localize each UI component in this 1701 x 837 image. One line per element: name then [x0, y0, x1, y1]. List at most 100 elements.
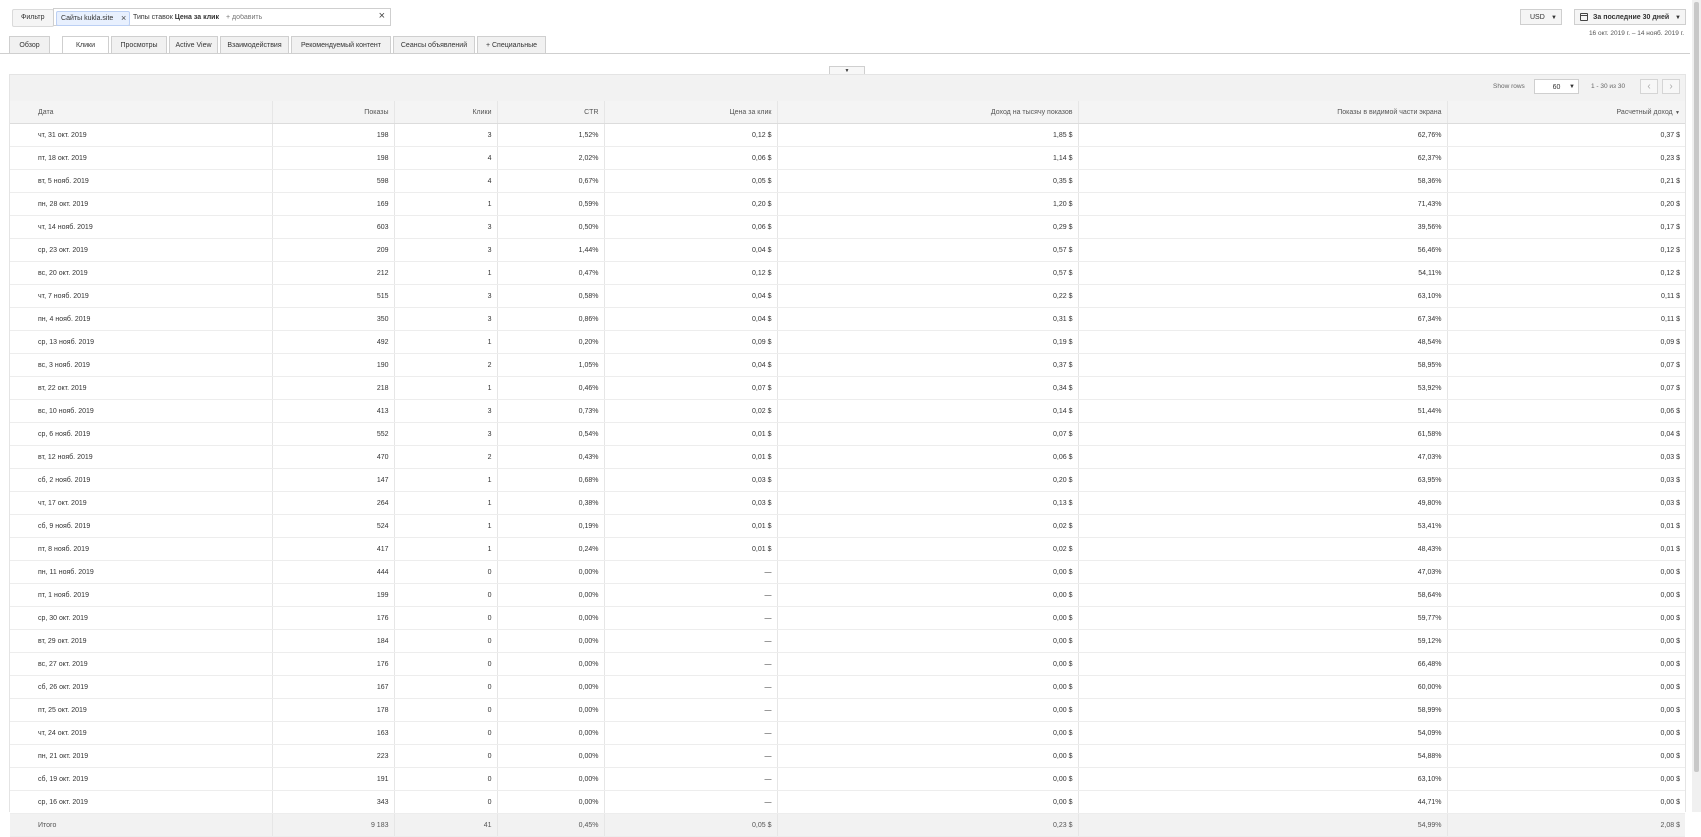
table-row: вс, 20 окт. 2019 212 1 0,47% 0,12 $0,57 $54,…	[10, 261, 1685, 285]
column-cpc-cell: 0,02 $	[604, 399, 778, 423]
column-viewable-impressions-cell: 54,88%	[1078, 744, 1448, 768]
column-clicks-cell: 0	[394, 790, 498, 814]
column-clicks-cell: 1	[394, 514, 498, 538]
table-row: пт, 18 окт. 2019 198 4 2,02% 0,06 $1,14 $62,…	[10, 146, 1685, 170]
tab-clicks[interactable]: Клики	[62, 36, 109, 54]
column-ctr-cell: 0,00%	[497, 790, 605, 814]
column-viewable-impressions-cell: 47,03%	[1078, 560, 1448, 584]
column-rpm-cell: 0,00 $	[777, 606, 1079, 630]
column-ctr-cell: 1,44%	[497, 238, 605, 262]
column-ctr-cell: 0,58%	[497, 284, 605, 308]
column-date-cell: пт, 25 окт. 2019	[10, 698, 273, 722]
column-ctr-cell: 0,68%	[497, 468, 605, 492]
tab-ad-sessions[interactable]: Сеансы объявлений	[393, 36, 475, 53]
table-row: вт, 12 нояб. 2019 470 2 0,43% 0,01 $0,06 $47…	[10, 445, 1685, 469]
column-clicks-cell: 3	[394, 284, 498, 308]
column-cpc-total-cell: 0,05 $	[604, 813, 778, 837]
tab-custom[interactable]: + Специальные	[477, 36, 546, 53]
currency-select[interactable]: USD ▼	[1520, 9, 1562, 25]
column-impressions-total-cell: 9 183	[272, 813, 395, 837]
column-ctr-cell: 0,67%	[497, 169, 605, 193]
column-cpc-cell: —	[604, 583, 778, 607]
tab-recommended-content[interactable]: Рекомендуемый контент	[291, 36, 391, 53]
column-estimated-earnings-header[interactable]: Расчетный доход ▼	[1447, 101, 1685, 124]
column-impressions-cell: 147	[272, 468, 395, 492]
column-rpm-cell: 0,00 $	[777, 560, 1079, 584]
table-toolbar: Show rows 60 ▼ 1 - 30 из 30 ‹ ›	[10, 75, 1685, 101]
column-rpm-cell: 0,06 $	[777, 445, 1079, 469]
column-viewable-impressions-cell: 67,34%	[1078, 307, 1448, 331]
table-row: чт, 7 нояб. 2019 515 3 0,58% 0,04 $0,22 $63,…	[10, 284, 1685, 308]
column-ctr-header[interactable]: CTR	[497, 101, 605, 124]
pagination-range: 1 - 30 из 30	[1591, 83, 1626, 90]
filter-button[interactable]: Фильтр	[12, 9, 54, 27]
column-rpm-cell: 0,02 $	[777, 537, 1079, 561]
column-cpc-cell: 0,03 $	[604, 491, 778, 515]
prev-page-button[interactable]: ‹	[1640, 79, 1658, 94]
column-cpc-cell: 0,03 $	[604, 468, 778, 492]
column-impressions-cell: 209	[272, 238, 395, 262]
column-rpm-cell: 0,34 $	[777, 376, 1079, 400]
column-clicks-cell: 1	[394, 491, 498, 515]
column-viewable-impressions-cell: 53,92%	[1078, 376, 1448, 400]
column-estimated-earnings-cell: 0,11 $	[1447, 284, 1685, 308]
scrollbar-thumb[interactable]	[1694, 2, 1699, 772]
column-cpc-cell: 0,04 $	[604, 307, 778, 331]
column-impressions-cell: 470	[272, 445, 395, 469]
next-page-button[interactable]: ›	[1662, 79, 1680, 94]
column-impressions-cell: 212	[272, 261, 395, 285]
column-clicks-cell: 0	[394, 744, 498, 768]
column-clicks-cell: 1	[394, 330, 498, 354]
column-estimated-earnings-cell: 0,09 $	[1447, 330, 1685, 354]
column-rpm-header[interactable]: Доход на тысячу показов	[777, 101, 1079, 124]
column-clicks-cell: 3	[394, 399, 498, 423]
close-icon[interactable]: ×	[121, 12, 126, 25]
tab-interactions[interactable]: Взаимодействия	[220, 36, 289, 53]
column-viewable-impressions-cell: 58,64%	[1078, 583, 1448, 607]
tab-overview[interactable]: Обзор	[9, 36, 50, 53]
add-filter-input[interactable]	[226, 11, 356, 24]
show-rows-label: Show rows	[1493, 83, 1525, 90]
chevron-down-icon: ▼	[1675, 15, 1681, 21]
column-clicks-header[interactable]: Клики	[394, 101, 498, 124]
column-viewable-impressions-header[interactable]: Показы в видимой части экрана	[1078, 101, 1448, 124]
column-clicks-cell: 0	[394, 583, 498, 607]
date-period-select[interactable]: За последние 30 дней ▼	[1574, 9, 1686, 25]
column-rpm-cell: 0,02 $	[777, 514, 1079, 538]
column-impressions-cell: 350	[272, 307, 395, 331]
column-impressions-header[interactable]: Показы	[272, 101, 395, 124]
column-estimated-earnings-cell: 0,00 $	[1447, 583, 1685, 607]
column-cpc-header[interactable]: Цена за клик	[604, 101, 778, 124]
column-ctr-cell: 1,52%	[497, 123, 605, 147]
column-viewable-impressions-cell: 39,56%	[1078, 215, 1448, 239]
column-estimated-earnings-cell: 0,00 $	[1447, 790, 1685, 814]
column-clicks-total-cell: 41	[394, 813, 498, 837]
clear-filters-icon[interactable]: ×	[379, 10, 385, 22]
column-rpm-cell: 0,20 $	[777, 468, 1079, 492]
table-row: пт, 8 нояб. 2019 417 1 0,24% 0,01 $0,02 $48,…	[10, 537, 1685, 561]
table-header-row: Дата Показы Клики CTR Цена за клик Доход на т…	[10, 101, 1685, 124]
column-rpm-cell: 0,00 $	[777, 744, 1079, 768]
column-ctr-cell: 1,05%	[497, 353, 605, 377]
filter-chip-bid-type[interactable]: Типы ставок Цена за клик	[129, 11, 223, 24]
column-date-cell: чт, 24 окт. 2019	[10, 721, 273, 745]
page-scrollbar[interactable]	[1692, 0, 1701, 812]
tab-views[interactable]: Просмотры	[111, 36, 167, 53]
rows-per-page-select[interactable]: 60 ▼	[1534, 79, 1579, 94]
column-estimated-earnings-cell: 0,00 $	[1447, 675, 1685, 699]
table-row: пн, 28 окт. 2019 169 1 0,59% 0,20 $1,20 $71,…	[10, 192, 1685, 216]
chevron-down-icon: ▼	[1569, 84, 1575, 90]
column-cpc-cell: 0,01 $	[604, 537, 778, 561]
column-date-cell: вт, 12 нояб. 2019	[10, 445, 273, 469]
calendar-icon	[1580, 13, 1588, 21]
column-ctr-cell: 0,00%	[497, 767, 605, 791]
filter-box[interactable]: Сайты kukla.site × Типы ставок Цена за к…	[53, 8, 391, 26]
tab-active-view[interactable]: Active View	[169, 36, 218, 53]
filter-chip-sites[interactable]: Сайты kukla.site ×	[56, 11, 131, 26]
column-impressions-cell: 218	[272, 376, 395, 400]
column-rpm-cell: 0,35 $	[777, 169, 1079, 193]
column-date-header[interactable]: Дата	[10, 101, 273, 124]
column-viewable-impressions-cell: 66,48%	[1078, 652, 1448, 676]
column-date-cell: пн, 11 нояб. 2019	[10, 560, 273, 584]
column-estimated-earnings-cell: 0,00 $	[1447, 767, 1685, 791]
